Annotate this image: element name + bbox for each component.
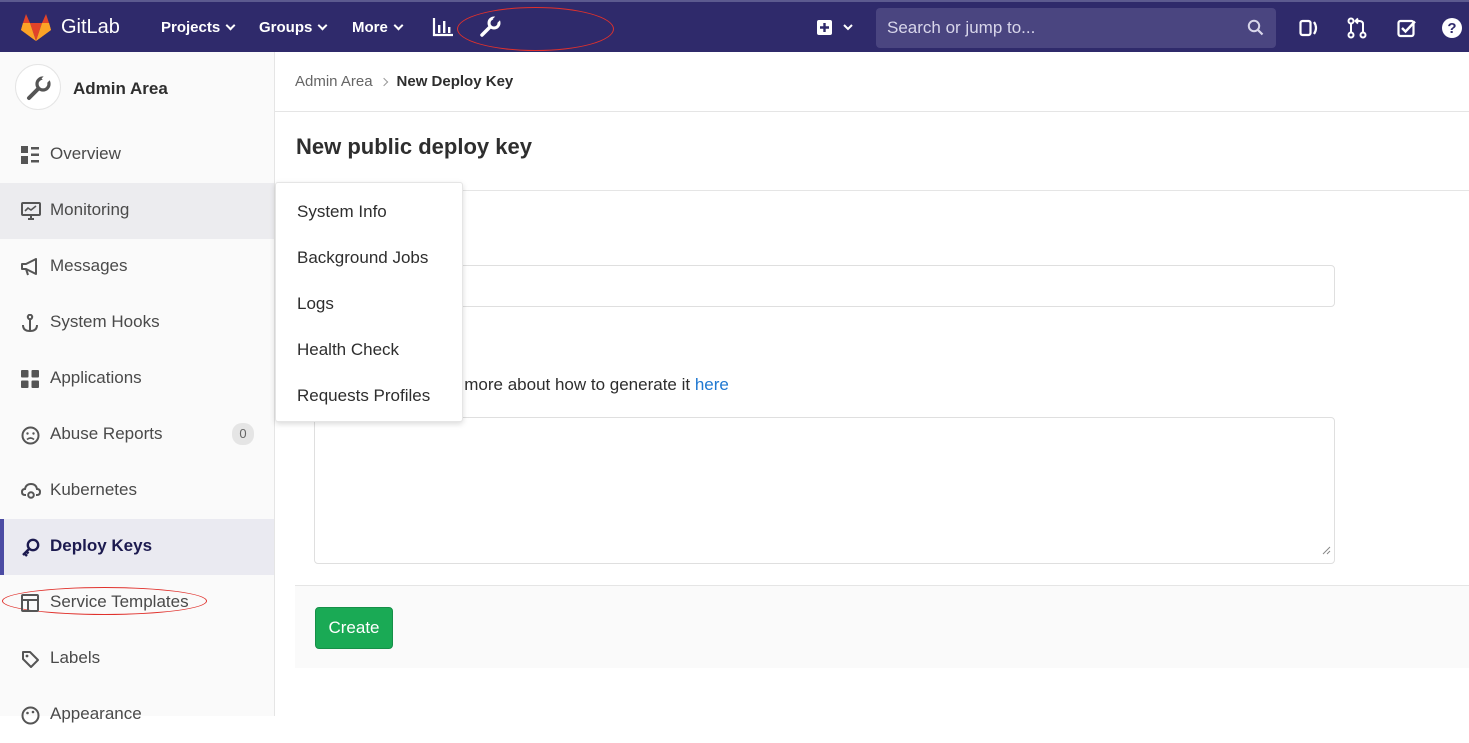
apps-grid-icon: [21, 370, 39, 393]
search-box[interactable]: [876, 8, 1276, 48]
menu-item-system-info[interactable]: System Info: [297, 202, 387, 222]
key-textarea[interactable]: [314, 417, 1335, 564]
page-title: New public deploy key: [296, 134, 532, 159]
sidebar-item-deploy-keys[interactable]: Deploy Keys: [0, 519, 274, 575]
sidebar-item-messages[interactable]: Messages: [0, 239, 274, 295]
admin-sidebar: Admin Area Overview Monitoring Messages …: [0, 52, 275, 725]
generate-key-help-link[interactable]: here: [695, 375, 729, 394]
sidebar-item-label: Appearance: [50, 704, 142, 723]
sidebar-item-label: System Hooks: [50, 312, 160, 331]
sidebar-item-label: Abuse Reports: [50, 424, 163, 443]
sidebar-item-applications[interactable]: Applications: [0, 351, 274, 407]
form-actions: Create: [295, 585, 1469, 668]
anchor-icon: [21, 313, 39, 338]
frown-icon: [21, 426, 40, 450]
resize-handle-icon[interactable]: [1321, 542, 1331, 560]
brand-name[interactable]: GitLab: [61, 16, 120, 39]
divider: [275, 111, 1469, 112]
chevron-right-icon: [379, 77, 388, 87]
sidebar-item-label: Service Templates: [50, 592, 189, 611]
sidebar-item-label: Messages: [50, 256, 128, 275]
wrench-icon: [27, 73, 52, 100]
sidebar-item-service-templates[interactable]: Service Templates: [0, 575, 274, 631]
cloud-gear-icon: [20, 482, 42, 505]
menu-item-background-jobs[interactable]: Background Jobs: [297, 248, 428, 268]
sidebar-item-kubernetes[interactable]: Kubernetes: [0, 463, 274, 519]
sidebar-item-label: Deploy Keys: [50, 536, 153, 555]
more-menu[interactable]: More: [352, 19, 404, 36]
chevron-down-icon: [225, 20, 236, 31]
search-input[interactable]: [887, 18, 1227, 38]
key-icon: [21, 538, 40, 562]
sidebar-item-appearance[interactable]: Appearance: [0, 687, 274, 743]
overview-icon: [21, 146, 39, 169]
projects-menu-label: Projects: [161, 19, 221, 36]
todos-icon[interactable]: [1397, 18, 1417, 43]
breadcrumb-root-link[interactable]: Admin Area: [295, 73, 373, 90]
merge-requests-icon[interactable]: [1347, 17, 1367, 44]
sidebar-item-system-hooks[interactable]: System Hooks: [0, 295, 274, 351]
sidebar-item-abuse-reports[interactable]: Abuse Reports 0: [0, 407, 274, 463]
label-icon: [21, 650, 40, 674]
menu-item-requests-profiles[interactable]: Requests Profiles: [297, 386, 430, 406]
breadcrumb-current[interactable]: New Deploy Key: [397, 73, 514, 90]
top-navbar: GitLab Projects Groups More ?: [0, 0, 1469, 52]
create-button[interactable]: Create: [315, 607, 393, 649]
sidebar-item-overview[interactable]: Overview: [0, 127, 274, 183]
search-icon[interactable]: [1247, 19, 1264, 41]
template-icon: [21, 594, 39, 617]
sidebar-item-label: Applications: [50, 368, 142, 387]
sidebar-item-labels[interactable]: Labels: [0, 631, 274, 687]
megaphone-icon: [21, 258, 39, 281]
sidebar-item-label: Kubernetes: [50, 480, 137, 499]
chevron-down-icon: [393, 20, 404, 31]
new-item-dropdown[interactable]: [816, 19, 856, 42]
menu-item-health-check[interactable]: Health Check: [297, 340, 399, 360]
breadcrumb: Admin Area New Deploy Key: [295, 73, 513, 90]
title-input[interactable]: [314, 265, 1335, 307]
sidebar-title: Admin Area: [73, 79, 168, 98]
groups-menu-label: Groups: [259, 19, 313, 36]
help-icon[interactable]: ?: [1441, 17, 1463, 44]
monitoring-flyout-menu: System Info Background Jobs Logs Health …: [275, 182, 463, 422]
sidebar-item-label: Monitoring: [50, 200, 130, 219]
admin-avatar: [15, 64, 61, 110]
more-menu-label: More: [352, 19, 388, 36]
sidebar-item-monitoring[interactable]: Monitoring: [0, 183, 274, 239]
projects-menu[interactable]: Projects: [161, 19, 236, 36]
sidebar-item-label: Overview: [50, 144, 121, 163]
highlight-annotation: [457, 7, 614, 51]
monitor-icon: [21, 202, 41, 225]
chevron-down-icon: [317, 20, 328, 31]
sidebar-item-label: Labels: [50, 648, 101, 667]
issues-icon[interactable]: [1299, 18, 1319, 43]
activity-chart-icon[interactable]: [432, 17, 454, 42]
menu-item-logs[interactable]: Logs: [297, 294, 334, 314]
groups-menu[interactable]: Groups: [259, 19, 328, 36]
abuse-reports-count-badge: 0: [232, 423, 254, 445]
gitlab-logo-icon[interactable]: [20, 12, 52, 47]
svg-text:?: ?: [1447, 20, 1456, 37]
appearance-icon: [21, 706, 40, 730]
